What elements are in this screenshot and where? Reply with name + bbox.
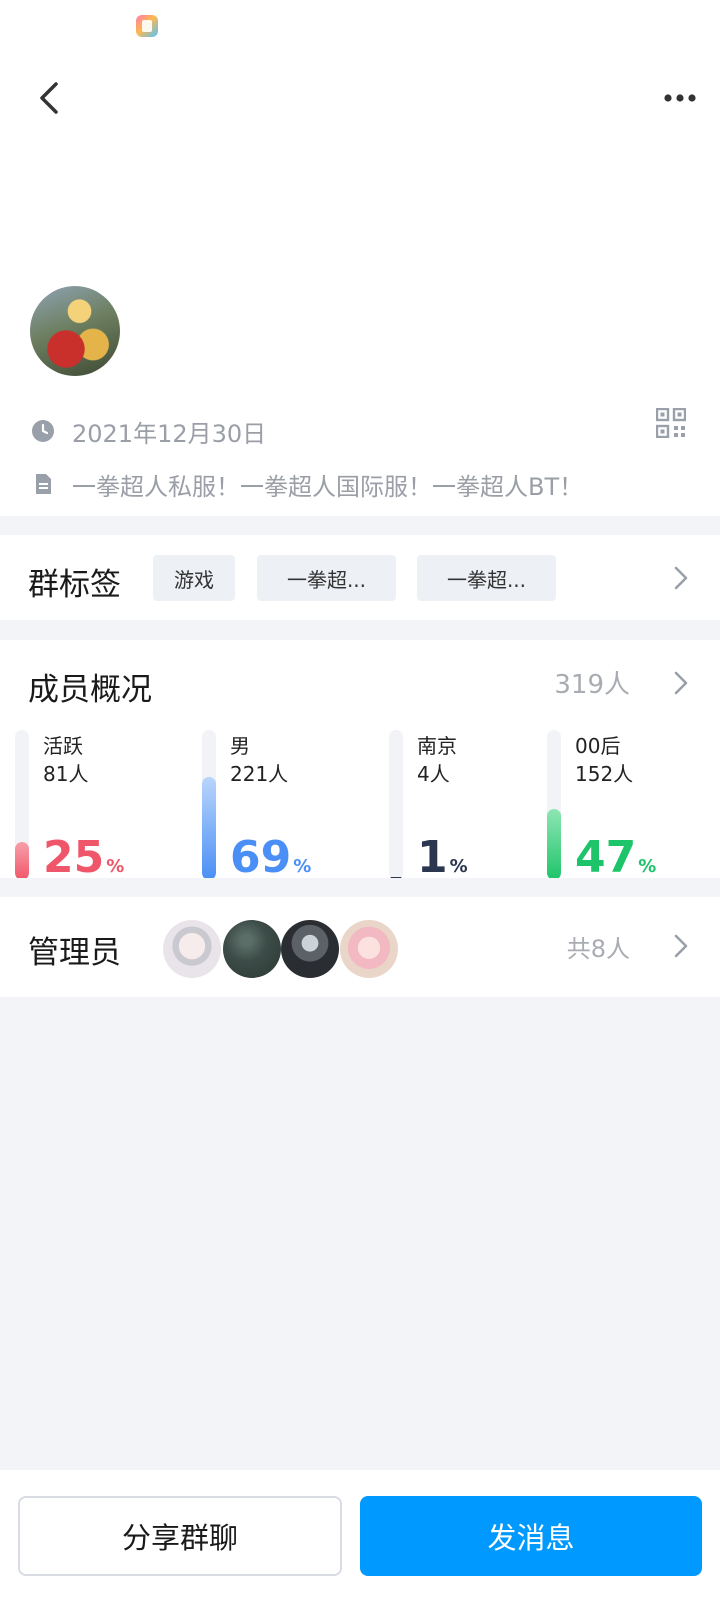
group-avatar[interactable] [30,286,120,376]
stat-label: 男 [230,734,250,758]
stat-bar-fill [15,842,29,878]
avatar[interactable] [223,920,281,978]
more-options-button[interactable] [660,80,704,116]
tag-item[interactable]: 游戏 [153,555,235,601]
stat-bar-track [202,730,216,878]
member-total: 319人 [554,670,630,700]
stat-count: 4人 [417,762,450,786]
share-group-button[interactable]: 分享群聊 [18,1496,342,1576]
clock-icon [32,420,54,442]
stat-count: 221人 [230,762,289,786]
stat-male[interactable]: 男 221人 69% [202,730,377,878]
stat-percent: 47% [575,832,657,878]
chevron-right-icon[interactable] [672,565,690,591]
stat-label: 南京 [417,734,457,758]
stat-age[interactable]: 00后 152人 47% [547,730,720,878]
description-row: 一拳超人私服！一拳超人国际服！一拳超人BT！ [30,464,690,504]
send-message-button[interactable]: 发消息 [360,1496,702,1576]
created-date-row: 2021年12月30日 [30,411,690,451]
admins-section[interactable]: 管理员 共8人 [0,897,720,997]
avatar[interactable] [340,920,398,978]
stat-region[interactable]: 南京 4人 1% [389,730,564,878]
stat-percent: 1% [417,832,468,878]
stat-label: 活跃 [43,734,83,758]
group-tags-section[interactable]: 群标签 游戏 一拳超... 一拳超... [0,535,720,620]
group-header: 2021年12月30日 一拳超人私服！一拳超人国际服！一拳超人BT！ [0,56,720,516]
back-arrow-icon [40,82,58,114]
stat-percent: 69% [230,832,312,878]
stat-count: 152人 [575,762,634,786]
bottom-action-bar: 分享群聊 发消息 [0,1470,720,1600]
stat-count: 81人 [43,762,89,786]
stat-bar-track [389,730,403,878]
qr-code-icon[interactable] [656,408,686,438]
created-date: 2021年12月30日 [72,419,267,448]
tags-title: 群标签 [28,567,121,603]
stat-bar-fill [389,877,403,878]
stat-active[interactable]: 活跃 81人 25% [15,730,190,878]
chevron-right-icon[interactable] [672,670,690,696]
avatar[interactable] [281,920,339,978]
tag-item[interactable]: 一拳超... [257,555,396,601]
stat-bar-fill [202,777,216,878]
group-description: 一拳超人私服！一拳超人国际服！一拳超人BT！ [72,472,584,501]
stat-bar-track [547,730,561,878]
tag-item[interactable]: 一拳超... [417,555,556,601]
admins-title: 管理员 [28,935,121,971]
members-title: 成员概况 [28,672,152,708]
members-overview-section[interactable]: 成员概况 319人 活跃 81人 25% 男 221人 69% 南京 4人 1%… [0,640,720,878]
stat-label: 00后 [575,734,621,758]
stat-bar-fill [547,809,561,878]
stat-bar-track [15,730,29,878]
avatar[interactable] [163,920,221,978]
chevron-right-icon[interactable] [672,933,690,959]
document-icon [36,474,51,494]
app-notification-icon [136,15,158,37]
stat-percent: 25% [43,832,125,878]
admin-total: 共8人 [566,935,630,963]
status-bar [0,0,720,56]
more-dots-icon [664,94,696,102]
back-button[interactable] [28,76,72,120]
